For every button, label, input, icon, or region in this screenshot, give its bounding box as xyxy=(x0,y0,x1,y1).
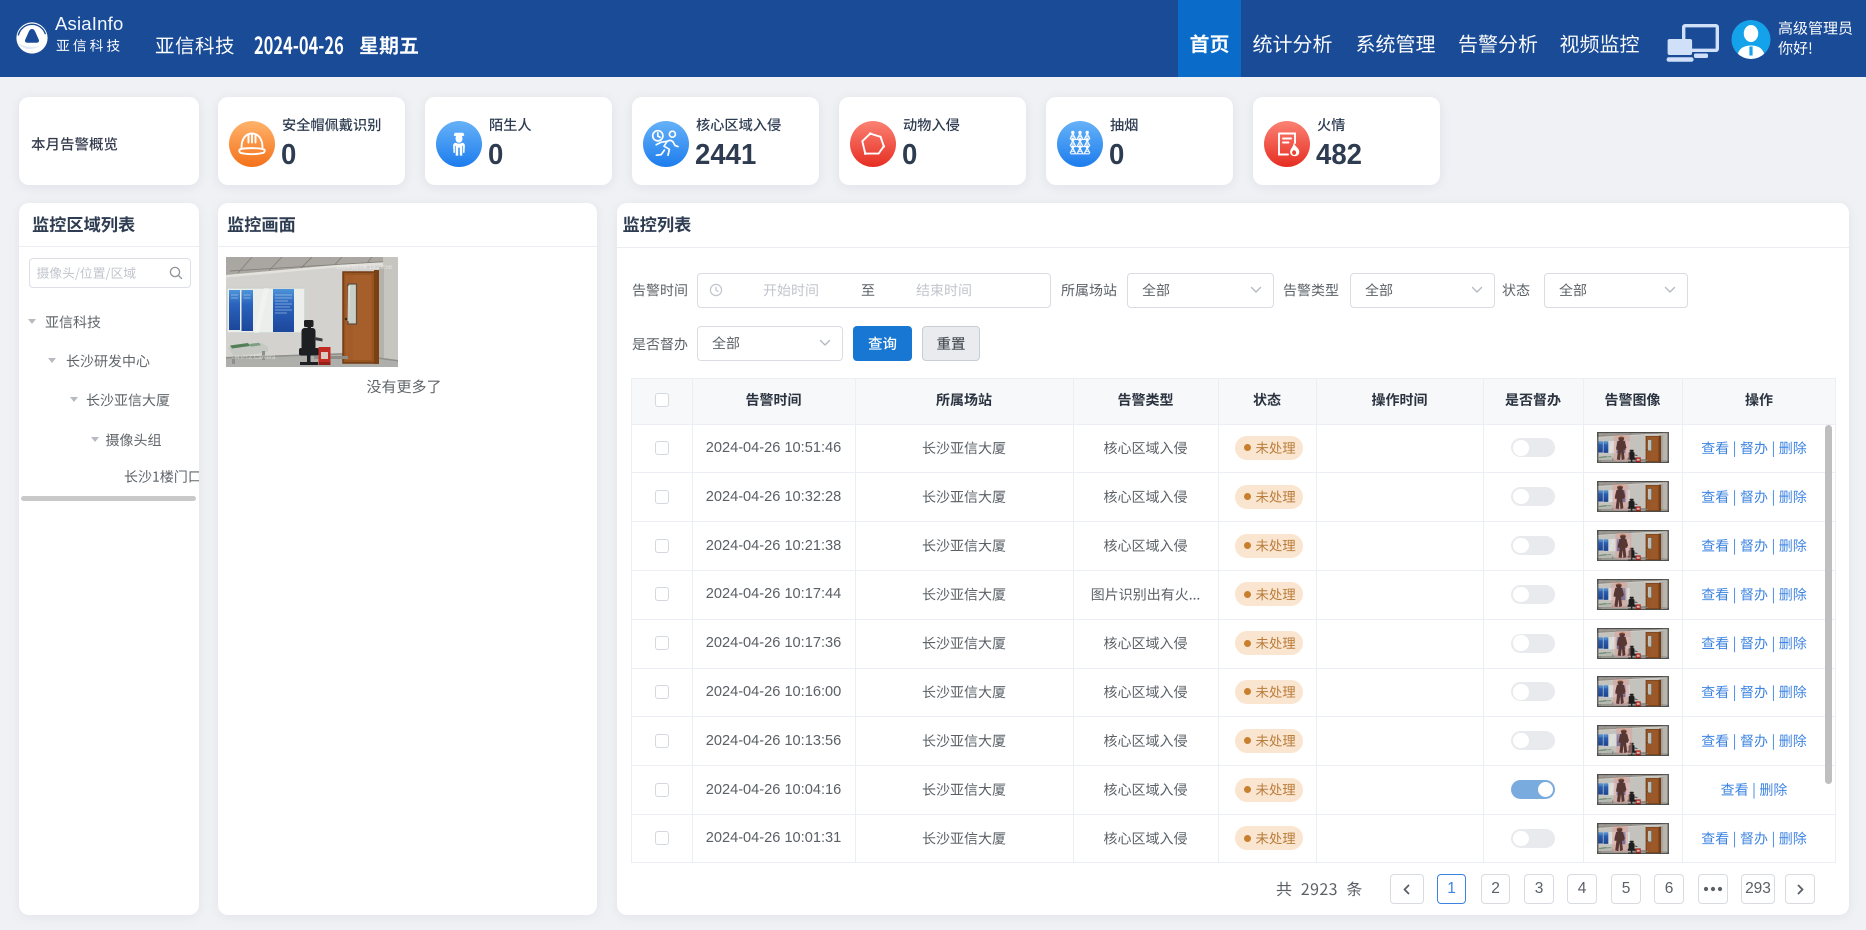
svg-text:B4 PTZ Camera: B4 PTZ Camera xyxy=(232,355,276,361)
svg-text:2024-02-06 13:28:58: 2024-02-06 13:28:58 xyxy=(336,265,392,271)
